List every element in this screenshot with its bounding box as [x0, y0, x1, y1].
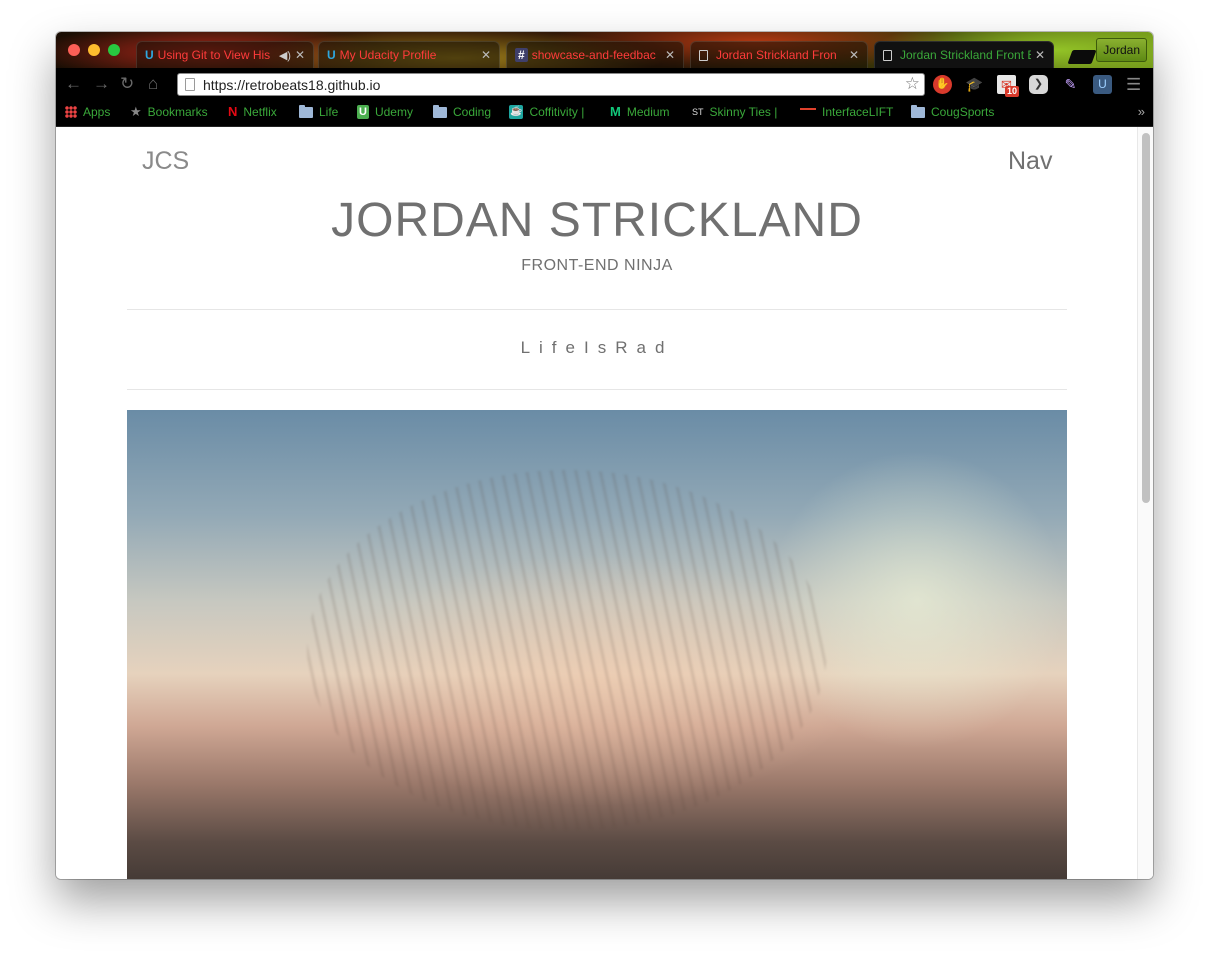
bookmark-label: Skinny Ties | [709, 105, 778, 119]
page-viewport: JCS Nav JORDAN STRICKLAND FRONT-END NINJ… [56, 127, 1153, 879]
bookmark-coding[interactable]: Coding [433, 104, 492, 119]
document-icon [699, 49, 708, 61]
bookmark-label: Netflix [243, 105, 277, 119]
tab-title: Jordan Strickland Front E [900, 48, 1031, 62]
scrollbar[interactable] [1137, 127, 1153, 879]
divider [127, 309, 1067, 310]
bookmark-cougsports[interactable]: CougSports [911, 104, 995, 119]
bookmark-netflix[interactable]: N Netflix [228, 104, 277, 120]
close-window-button[interactable] [68, 44, 80, 56]
folder-icon [299, 104, 313, 118]
tab-title: Jordan Strickland Fron [716, 48, 837, 62]
folder-icon [911, 104, 925, 118]
reload-icon[interactable]: ↻ [120, 74, 134, 94]
bookmark-label: CougSports [931, 105, 995, 119]
site-logo[interactable]: JCS [142, 147, 189, 176]
close-icon[interactable]: ✕ [295, 48, 305, 62]
menu-icon[interactable]: ☰ [1126, 75, 1141, 94]
bookmark-apps[interactable]: Apps [65, 105, 110, 119]
bookmark-label: Apps [83, 105, 111, 119]
bookmark-label: Medium [626, 105, 670, 119]
page-title: JORDAN STRICKLAND [331, 194, 863, 247]
pocket-icon[interactable]: ❯ [1029, 75, 1048, 94]
page-info-icon[interactable] [185, 78, 195, 91]
graduation-cap-icon[interactable]: 🎓 [965, 75, 984, 94]
close-icon[interactable]: ✕ [665, 48, 675, 62]
close-icon[interactable]: ✕ [1035, 48, 1045, 62]
browser-toolbar: ← → ↻ ⌂ https://retrobeats18.github.io ☆… [56, 68, 1153, 100]
tab-title: My Udacity Profile [339, 48, 437, 62]
bookmark-udemy[interactable]: U Udemy [357, 105, 413, 119]
bookmark-interfacelift[interactable]: InterfaceLIFT [800, 105, 893, 119]
close-icon[interactable]: ✕ [849, 48, 859, 62]
tab-jordan-strickland-1[interactable]: Jordan Strickland Fron ✕ [690, 41, 868, 68]
bookmark-label: Life [319, 105, 339, 119]
tab-udacity-profile[interactable]: U My Udacity Profile ✕ [318, 41, 500, 68]
bookmark-life[interactable]: Life [299, 104, 339, 119]
profile-button[interactable]: Jordan [1096, 38, 1147, 62]
interfacelift-icon [800, 108, 816, 110]
adblock-icon[interactable]: ✋ [933, 75, 952, 94]
bookmarks-bar: Apps ★ Bookmarks N Netflix Life U Udemy … [56, 100, 1153, 127]
netflix-icon: N [228, 104, 238, 119]
bookmark-label: Coding [453, 105, 492, 119]
home-icon[interactable]: ⌂ [148, 74, 158, 94]
tab-title: showcase-and-feedbac [531, 48, 656, 62]
eyedropper-icon[interactable]: ✎ [1061, 75, 1080, 94]
address-bar[interactable]: https://retrobeats18.github.io ☆ [177, 73, 925, 96]
hash-icon: # [515, 48, 528, 62]
nav-menu-link[interactable]: Nav [1008, 147, 1052, 176]
bookmarks-overflow-button[interactable]: » [1138, 104, 1145, 119]
minimize-window-button[interactable] [88, 44, 100, 56]
udacity-icon: U [145, 48, 154, 62]
tab-jordan-strickland-active[interactable]: Jordan Strickland Front E ✕ [874, 41, 1054, 68]
bookmark-label: Coffitivity | [529, 105, 585, 119]
bookmark-label: Udemy [374, 105, 413, 119]
new-tab-button[interactable] [1067, 50, 1097, 64]
coffitivity-icon: ☕ [509, 105, 524, 119]
bookmark-medium[interactable]: M Medium [610, 104, 670, 120]
scrollbar-thumb[interactable] [1142, 133, 1150, 503]
apps-grid-icon [65, 106, 77, 118]
folder-icon [433, 104, 447, 118]
page-subtitle: FRONT-END NINJA [521, 257, 673, 274]
tab-showcase[interactable]: # showcase-and-feedbac ✕ [506, 41, 684, 68]
udacity-extension-icon[interactable]: U [1093, 75, 1112, 94]
tab-strip: U Using Git to View His ◀) ✕ U My Udacit… [56, 32, 1153, 68]
mail-count-badge: 10 [1005, 86, 1020, 97]
st-icon: ST [692, 107, 704, 117]
close-icon[interactable]: ✕ [481, 48, 491, 62]
url-text[interactable]: https://retrobeats18.github.io [203, 77, 380, 93]
bookmark-bookmarks[interactable]: ★ Bookmarks [130, 104, 208, 120]
hero-image [127, 410, 1067, 879]
motto-text: LifeIsRad [520, 338, 674, 357]
bookmark-skinny-ties[interactable]: ST Skinny Ties | [692, 105, 777, 119]
speaker-icon: ◀) [278, 49, 291, 62]
udemy-icon: U [357, 105, 369, 119]
bookmark-label: InterfaceLIFT [822, 105, 894, 119]
udacity-icon: U [327, 48, 336, 62]
medium-icon: M [610, 104, 621, 119]
bookmark-star-icon[interactable]: ☆ [905, 74, 920, 94]
bookmark-coffitivity[interactable]: ☕ Coffitivity | [509, 105, 584, 119]
star-icon: ★ [130, 104, 142, 119]
back-arrow-icon[interactable]: ← [65, 74, 82, 94]
tab-title: Using Git to View His [157, 48, 271, 62]
bookmark-label: Bookmarks [147, 105, 208, 119]
browser-window: U Using Git to View His ◀) ✕ U My Udacit… [56, 32, 1153, 879]
divider [127, 389, 1067, 390]
document-icon [883, 49, 892, 61]
image-ripples [307, 470, 827, 830]
forward-arrow-icon[interactable]: → [93, 74, 110, 94]
zoom-window-button[interactable] [108, 44, 120, 56]
tab-git-history[interactable]: U Using Git to View His ◀) ✕ [136, 41, 314, 68]
